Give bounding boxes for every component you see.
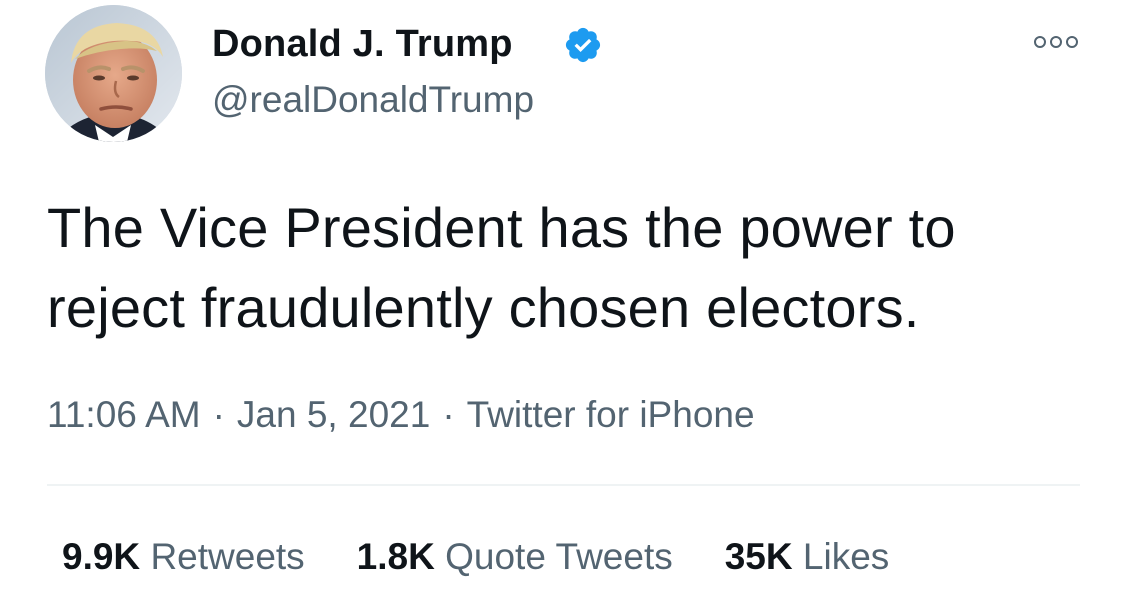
avatar[interactable] [45,5,182,142]
likes-stat[interactable]: 35K Likes [725,533,890,581]
tweet-time[interactable]: 11:06 AM [47,394,201,435]
author-name[interactable]: Donald J. Trump [212,22,513,66]
author-handle[interactable]: @realDonaldTrump [212,78,534,122]
retweets-label: Retweets [150,536,305,577]
retweets-count: 9.9K [62,536,141,577]
avatar-image [45,5,182,142]
meta-separator: · [442,394,455,435]
tweet-source[interactable]: Twitter for iPhone [467,394,755,435]
tweet-metadata: 11:06 AM · Jan 5, 2021 · Twitter for iPhone [47,392,755,438]
retweets-stat[interactable]: 9.9K Retweets [62,533,305,581]
likes-count: 35K [724,536,793,577]
tweet-text: The Vice President has the power to reje… [47,196,956,339]
divider [47,484,1080,486]
tweet-card: Donald J. Trump @realDonaldTrump The Vic… [0,0,1125,608]
more-options-icon[interactable] [1032,30,1080,54]
verified-badge-icon [563,25,603,65]
likes-label: Likes [802,536,890,577]
quote-tweets-label: Quote Tweets [445,536,673,577]
quote-tweets-stat[interactable]: 1.8K Quote Tweets [357,533,673,581]
quote-tweets-count: 1.8K [356,536,435,577]
tweet-date[interactable]: Jan 5, 2021 [237,394,430,435]
meta-separator: · [212,394,225,435]
engagement-stats: 9.9K Retweets 1.8K Quote Tweets 35K Like… [62,533,889,581]
